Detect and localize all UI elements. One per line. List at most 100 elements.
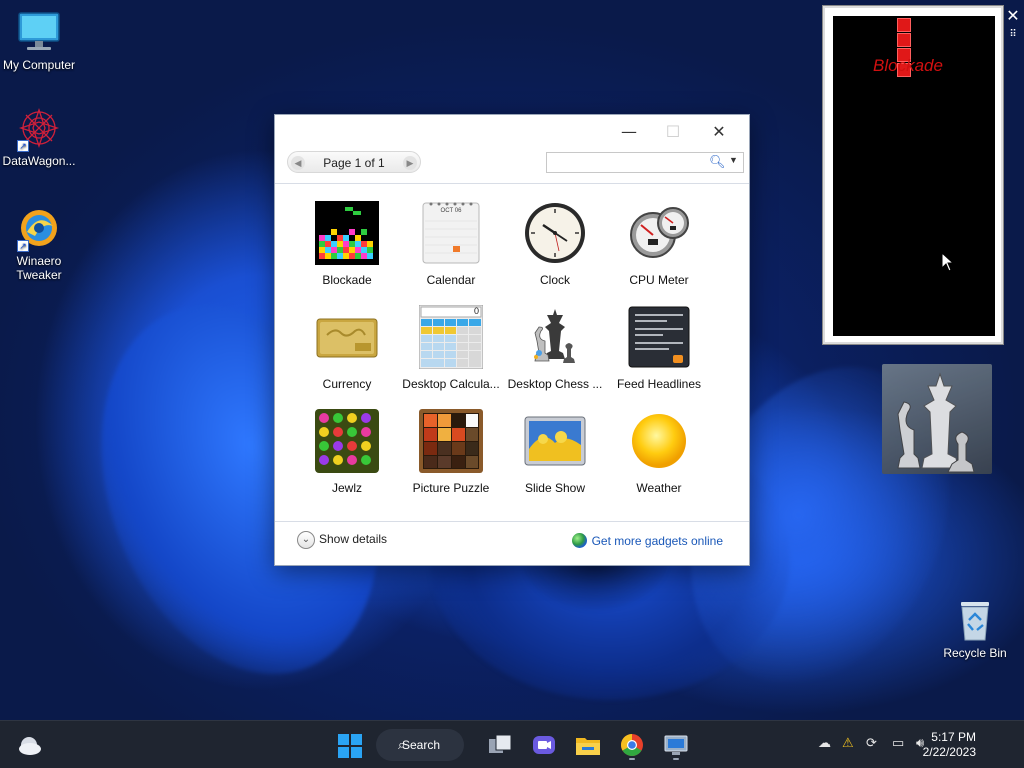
video-chat-icon: [533, 736, 555, 754]
gadget-tile-feed-headlines[interactable]: Feed Headlines: [607, 303, 711, 399]
gadget-drag-handle[interactable]: ⠿: [1006, 28, 1020, 42]
page-navigator: ◀ Page 1 of 1 ▶: [287, 151, 421, 173]
desktop-icon-datawagon[interactable]: ↗ DataWagon...: [0, 106, 78, 168]
cloud-icon: [19, 737, 41, 755]
chrome-icon: [621, 734, 643, 756]
monitor-icon: [17, 10, 61, 54]
recycle-bin-icon: [953, 598, 997, 642]
gadget-label: CPU Meter: [629, 273, 689, 287]
calculator-display: 0: [473, 306, 479, 316]
gadget-tile-slide-show[interactable]: Slide Show: [503, 407, 607, 503]
clock-icon: [523, 201, 587, 265]
maximize-button: ☐: [665, 122, 681, 141]
gadget-tile-weather[interactable]: Weather: [607, 407, 711, 503]
blockade-gadget[interactable]: Blockade: [823, 6, 1003, 344]
monitor-icon: [664, 735, 688, 755]
taskbar-search-button[interactable]: ⌕ Search: [376, 729, 464, 761]
gadget-label: Currency: [322, 377, 372, 391]
gadget-label: Calendar: [426, 273, 476, 287]
onedrive-icon[interactable]: ☁: [818, 735, 831, 751]
gadget-tile-desktop-calculator[interactable]: 0 Desktop Calcula...: [399, 303, 503, 399]
gadget-tile-calendar[interactable]: OCT 06 Calendar: [399, 199, 503, 295]
minimize-button[interactable]: —: [607, 119, 651, 145]
search-icon[interactable]: 🔍︎: [709, 154, 726, 170]
remote-desktop-button[interactable]: [662, 729, 690, 761]
gadget-close-button[interactable]: ✕: [1003, 6, 1023, 26]
weather-widget-button[interactable]: [16, 729, 44, 761]
task-view-button[interactable]: [486, 729, 514, 761]
gadget-search-input[interactable]: [549, 155, 707, 170]
gadget-label: Blockade: [322, 273, 372, 287]
search-icon: ⌕: [398, 737, 406, 752]
blockade-title: Blockade: [873, 56, 943, 75]
weather-icon: [627, 409, 691, 473]
gadget-label: Slide Show: [524, 481, 586, 495]
close-button[interactable]: ✕: [697, 119, 741, 145]
gadget-label: Clock: [539, 273, 570, 287]
taskbar-clock[interactable]: 5:17 PM 2/22/2023: [923, 730, 976, 760]
calculator-icon: 0: [418, 304, 484, 370]
calendar-month-label: OCT 06: [440, 208, 462, 214]
gadget-search-box: 🔍︎ ▼: [546, 152, 744, 173]
page-indicator: Page 1 of 1: [323, 156, 385, 170]
show-details-toggle[interactable]: ⌄ Show details: [297, 531, 387, 551]
gadget-tile-blockade[interactable]: Blockade: [295, 199, 399, 295]
shortcut-arrow-icon: ↗: [17, 240, 29, 252]
chrome-button[interactable]: [618, 729, 646, 761]
teams-chat-button[interactable]: [530, 729, 558, 761]
gadget-tile-currency[interactable]: Currency: [295, 303, 399, 399]
gadget-label: Weather: [636, 481, 682, 495]
gadget-gallery-window: — ☐ ✕ ◀ Page 1 of 1 ▶ 🔍︎ ▼ Blockade OCT …: [274, 114, 750, 566]
gadget-label: Picture Puzzle: [412, 481, 490, 495]
security-warning-icon[interactable]: ⚠: [842, 735, 854, 751]
folder-icon: [576, 738, 600, 755]
next-page-button[interactable]: ▶: [403, 156, 417, 170]
gadget-label: Desktop Calcula...: [402, 377, 500, 391]
taskbar-search-label: Search: [402, 738, 441, 752]
mouse-cursor-icon: [941, 252, 955, 272]
calendar-icon: OCT 06: [419, 201, 483, 265]
sync-icon[interactable]: ⟳: [866, 735, 877, 751]
gadget-label: Feed Headlines: [616, 377, 702, 391]
cpu-meter-icon: [627, 201, 691, 265]
blockade-game-screen[interactable]: Blockade: [833, 16, 995, 336]
datawagon-icon: ↗: [17, 106, 61, 152]
task-view-icon: [489, 734, 512, 753]
desktop-icon-label: DataWagon...: [2, 154, 76, 168]
gadget-tile-jewlz[interactable]: Jewlz: [295, 407, 399, 503]
network-icon[interactable]: ▭: [892, 735, 904, 751]
feed-icon: [627, 305, 691, 369]
windows-logo-icon: [338, 734, 362, 758]
chevron-down-icon[interactable]: ▼: [729, 155, 738, 165]
footer-divider: [275, 521, 749, 522]
desktop-icon-label: Recycle Bin: [943, 646, 1007, 660]
gadget-tile-cpu-meter[interactable]: CPU Meter: [607, 199, 711, 295]
chess-pieces-icon: [897, 372, 975, 473]
gadget-tile-clock[interactable]: Clock: [503, 199, 607, 295]
winaero-icon: ↗: [17, 206, 61, 252]
gadget-tile-picture-puzzle[interactable]: Picture Puzzle: [399, 407, 503, 503]
gadget-label: Jewlz: [331, 481, 362, 495]
jewels-icon: [315, 409, 379, 473]
gadget-tile-desktop-chess[interactable]: Desktop Chess ...: [503, 303, 607, 399]
desktop-chess-gadget[interactable]: [882, 364, 992, 474]
file-explorer-button[interactable]: [574, 729, 602, 761]
get-more-gadgets-link[interactable]: Get more gadgets online: [571, 533, 723, 548]
desktop-icon-label: My Computer: [2, 58, 76, 72]
header-divider: [275, 183, 749, 184]
falling-brick: [897, 33, 911, 47]
get-more-gadgets-label: Get more gadgets online: [591, 534, 723, 548]
start-button[interactable]: [336, 729, 364, 761]
shortcut-arrow-icon: ↗: [17, 140, 29, 152]
running-indicator: [629, 758, 635, 760]
desktop-icon-my-computer[interactable]: My Computer: [0, 10, 78, 72]
puzzle-icon: [419, 409, 483, 473]
chess-icon: [523, 305, 587, 369]
blockade-icon: [315, 201, 379, 265]
clock-date: 2/22/2023: [922, 745, 976, 759]
currency-icon: [315, 305, 379, 369]
clock-time: 5:17 PM: [931, 730, 976, 744]
desktop-icon-recycle-bin[interactable]: Recycle Bin: [936, 598, 1014, 660]
gadget-label: Desktop Chess ...: [507, 377, 603, 391]
desktop-icon-winaero-tweaker[interactable]: ↗ Winaero Tweaker: [0, 206, 78, 282]
